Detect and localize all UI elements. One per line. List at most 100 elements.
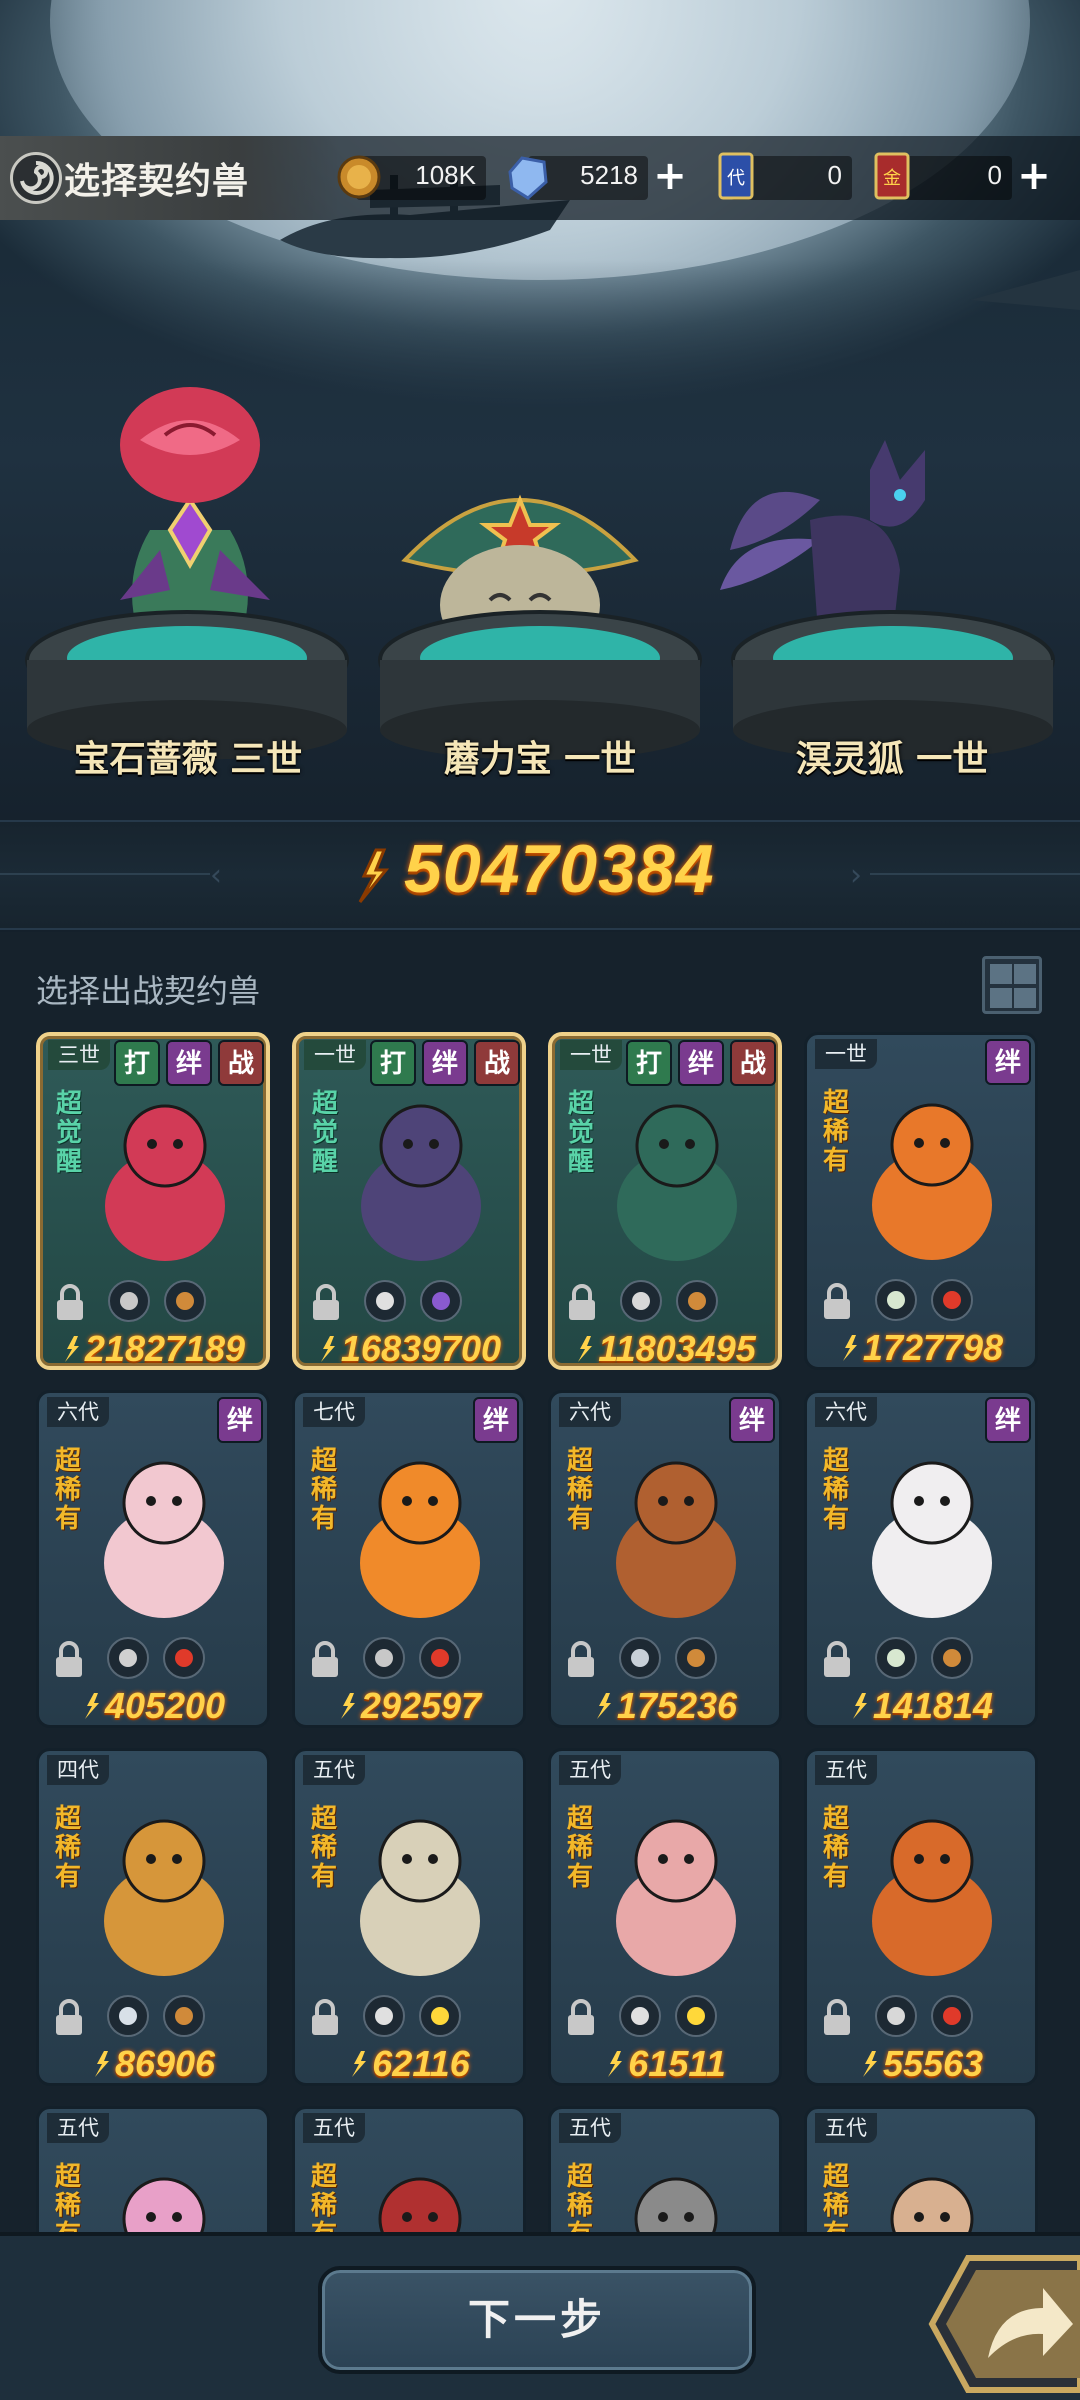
creature-card[interactable]: 七代绊超稀有 292597 [292,1390,526,1728]
leaf-icon [875,1637,917,1679]
creature-card[interactable]: 六代绊超稀有 141814 [804,1390,1038,1728]
lock-icon[interactable] [563,1641,599,1679]
page-title: 选择契约兽 [64,161,250,202]
earth-icon [163,1995,205,2037]
light-icon [419,1995,461,2037]
power-icon [352,2051,367,2077]
creature-card[interactable]: 六代绊超稀有 405200 [36,1390,270,1728]
target-icon [619,1637,661,1679]
blue-ticket-icon: 代 [718,152,754,200]
claw-icon [875,1995,917,2037]
light-icon [675,1995,717,2037]
lock-icon[interactable] [563,1999,599,2037]
creature-power-value: 55563 [882,2043,984,2084]
lock-icon[interactable] [819,1641,855,1679]
rarity-label: 超稀有 [823,1088,850,1176]
generation-label: 六代 [815,1397,877,1427]
lock-icon[interactable] [564,1284,600,1322]
generation-label: 五代 [303,1755,365,1785]
creature-card[interactable]: 三世打绊战超觉醒 21827189 [36,1032,270,1370]
grid-view-toggle[interactable] [982,956,1042,1014]
svg-text:代: 代 [727,168,745,189]
creature-card[interactable]: 五代超稀有 55563 [804,1748,1038,2086]
creature-power: 55563 [807,2043,1035,2084]
rarity-label: 超稀有 [311,1804,338,1892]
power-icon [842,1335,857,1361]
creature-power-value: 16839700 [340,1328,502,1369]
lock-icon[interactable] [51,1641,87,1679]
rarity-label: 超觉醒 [568,1089,595,1177]
creature-power: 16839700 [296,1328,522,1369]
creature-power-value: 62116 [372,2043,470,2084]
blue-ticket-value: 0 [827,160,842,190]
water-icon [107,1995,149,2037]
creature-card[interactable]: 五代超稀有 61511 [548,1748,782,2086]
right-arrow-icon: › [850,858,862,893]
lock-icon[interactable] [307,1641,343,1679]
creature-power-value: 405200 [104,1685,226,1726]
swirl-icon [10,152,62,204]
creature-card[interactable]: 一世打绊战超觉醒 11803495 [548,1032,782,1370]
lock-icon[interactable] [308,1284,344,1322]
creature-power: 1727798 [807,1327,1035,1367]
power-icon [862,2051,877,2077]
creature-power-value: 61511 [628,2043,726,2084]
claw-icon [620,1280,662,1322]
fire-icon [931,1279,973,1321]
power-icon [64,1336,79,1362]
lock-icon[interactable] [819,1999,855,2037]
fire-icon [163,1637,205,1679]
fire-icon [931,1995,973,2037]
mushroom-creature-art [617,1104,737,1261]
mole-creature-art [616,1461,736,1618]
creature-power-value: 21827189 [84,1328,246,1369]
lock-icon[interactable] [51,1999,87,2037]
yeti-creature-art [872,1461,992,1618]
rarity-label: 超稀有 [567,1804,594,1892]
creature-power: 292597 [295,1685,523,1725]
rarity-label: 超稀有 [823,1446,850,1534]
creature-card[interactable]: 六代绊超稀有 175236 [548,1390,782,1728]
creature-power: 61511 [551,2043,779,2084]
power-icon [358,848,390,903]
lock-icon[interactable] [52,1284,88,1322]
leaf-icon [875,1279,917,1321]
lock-icon[interactable] [819,1283,855,1321]
creature-card[interactable]: 四代超稀有 86906 [36,1748,270,2086]
rarity-label: 超稀有 [55,1446,82,1534]
rarity-label: 超稀有 [311,1446,338,1534]
creature-card[interactable]: 一世打绊战超觉醒 16839700 [292,1032,526,1370]
earth-icon [676,1280,718,1322]
add-diamond-button[interactable]: + [648,156,692,200]
lock-icon[interactable] [307,1999,343,2037]
rarity-label: 超稀有 [567,1446,594,1534]
creature-power-value: 175236 [616,1685,738,1726]
star-icon [363,1995,405,2037]
monkey-creature-art [872,1819,992,1976]
creature-power-value: 141814 [872,1685,994,1726]
power-icon [852,1693,867,1719]
next-step-button[interactable]: 下一步 [318,2266,756,2374]
svg-text:金: 金 [883,168,901,189]
add-red-ticket-button[interactable]: + [1012,156,1056,200]
gold-coin-icon [337,155,381,199]
generation-label: 四代 [47,1755,109,1785]
creature-card[interactable]: 五代超稀有 62116 [292,1748,526,2086]
creature-card[interactable]: 一世绊超稀有 1727798 [804,1032,1038,1370]
diamond-value: 5218 [580,160,638,190]
rarity-label: 超稀有 [55,1804,82,1892]
shield-icon [363,1637,405,1679]
power-icon [94,2051,109,2077]
go-arrow-button[interactable] [928,2248,1080,2400]
generation-label: 五代 [815,1755,877,1785]
left-arrow-icon: ‹ [210,858,222,893]
earth-icon [164,1280,206,1322]
generation-label: 一世 [560,1040,622,1070]
creature-power: 86906 [39,2043,267,2083]
girl-creature-art [616,1819,736,1976]
rarity-label: 超觉醒 [312,1089,339,1177]
earth-icon [931,1637,973,1679]
creature-power: 141814 [807,1685,1035,1726]
total-power-value: 50470384 [404,831,715,907]
creature-power: 405200 [39,1685,267,1726]
